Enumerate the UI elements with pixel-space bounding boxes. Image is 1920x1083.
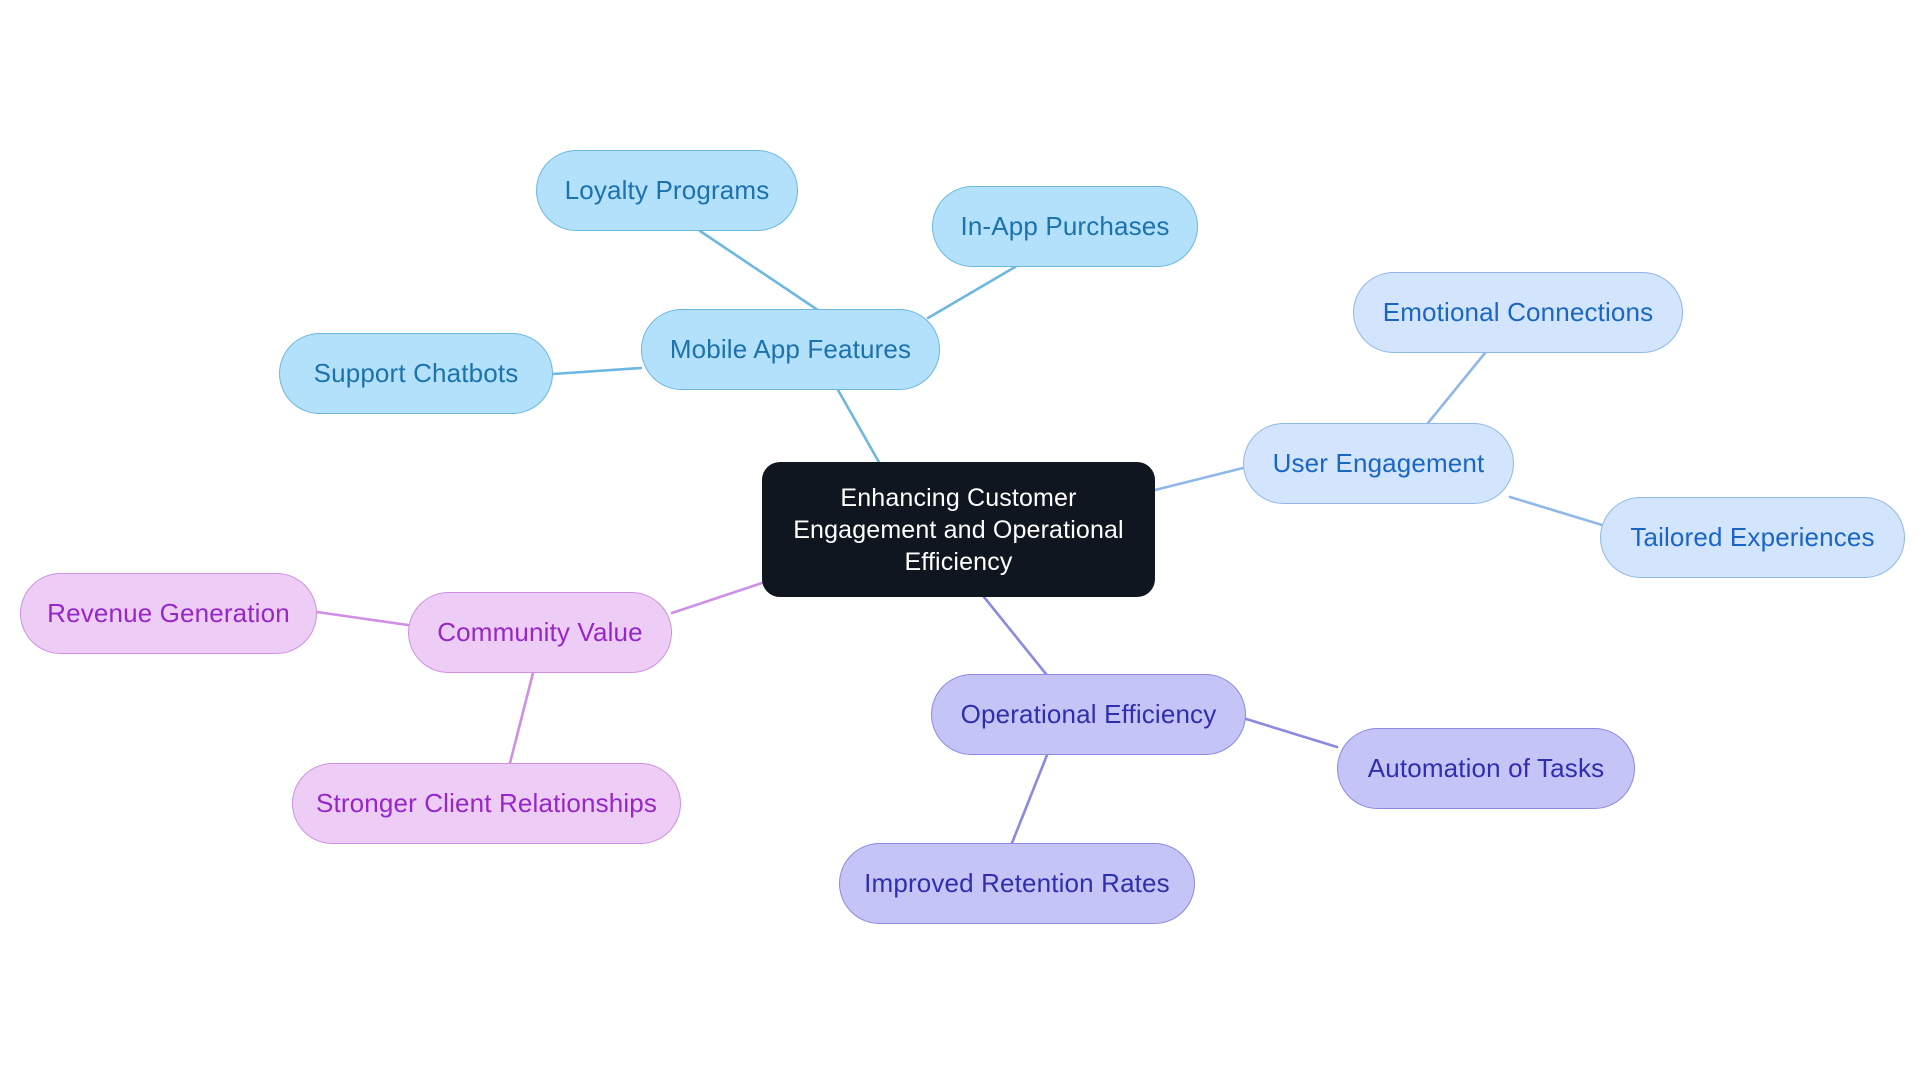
mindmap-node-in-app-purchases[interactable]: In-App Purchases <box>932 186 1198 267</box>
edge-operational-efficiency-to-improved-retention-rates <box>1010 753 1049 845</box>
mindmap-node-stronger-client-relationships[interactable]: Stronger Client Relationships <box>292 763 681 844</box>
mindmap-node-tailored-experiences[interactable]: Tailored Experiences <box>1600 497 1905 578</box>
mindmap-node-label: User Engagement <box>1272 447 1485 478</box>
mindmap-node-label: Operational Efficiency <box>960 698 1217 729</box>
edge-community-value-to-stronger-client-relationships <box>508 671 535 765</box>
edge-mobile-app-features-to-in-app-purchases <box>926 265 1017 320</box>
mindmap-node-label: Enhancing Customer Engagement and Operat… <box>793 483 1124 576</box>
mindmap-node-operational-efficiency[interactable]: Operational Efficiency <box>931 674 1246 755</box>
mindmap-canvas: Enhancing Customer Engagement and Operat… <box>0 0 1920 1083</box>
mindmap-node-community-value[interactable]: Community Value <box>408 592 672 673</box>
edge-mobile-app-features-to-support-chatbots <box>551 366 643 376</box>
mindmap-node-emotional-connections[interactable]: Emotional Connections <box>1353 272 1683 353</box>
mindmap-node-root[interactable]: Enhancing Customer Engagement and Operat… <box>762 462 1155 597</box>
mindmap-node-label: Loyalty Programs <box>564 174 770 205</box>
edge-root-to-mobile-app-features <box>836 388 882 466</box>
edge-community-value-to-revenue-generation <box>315 610 410 627</box>
edge-user-engagement-to-tailored-experiences <box>1508 495 1614 530</box>
mindmap-node-label: Automation of Tasks <box>1367 752 1605 783</box>
mindmap-node-label: Stronger Client Relationships <box>315 787 658 818</box>
mindmap-node-label: Revenue Generation <box>47 597 290 628</box>
mindmap-node-improved-retention-rates[interactable]: Improved Retention Rates <box>839 843 1195 924</box>
mindmap-node-label: Community Value <box>437 616 643 647</box>
mindmap-node-label: Tailored Experiences <box>1630 521 1875 552</box>
mindmap-node-label: Improved Retention Rates <box>864 867 1170 898</box>
mindmap-node-label: In-App Purchases <box>960 210 1170 241</box>
mindmap-node-loyalty-programs[interactable]: Loyalty Programs <box>536 150 798 231</box>
mindmap-node-label: Support Chatbots <box>313 357 519 388</box>
edge-root-to-operational-efficiency <box>982 595 1048 676</box>
mindmap-node-user-engagement[interactable]: User Engagement <box>1243 423 1514 504</box>
mindmap-node-label: Emotional Connections <box>1382 296 1654 327</box>
edge-root-to-community-value <box>670 581 764 615</box>
mindmap-node-support-chatbots[interactable]: Support Chatbots <box>279 333 553 414</box>
edge-user-engagement-to-emotional-connections <box>1426 351 1487 425</box>
mindmap-node-automation-of-tasks[interactable]: Automation of Tasks <box>1337 728 1635 809</box>
edge-root-to-user-engagement <box>1153 466 1245 492</box>
mindmap-node-label: Mobile App Features <box>669 333 912 364</box>
mindmap-node-mobile-app-features[interactable]: Mobile App Features <box>641 309 940 390</box>
edge-operational-efficiency-to-automation-of-tasks <box>1241 716 1339 749</box>
mindmap-node-revenue-generation[interactable]: Revenue Generation <box>20 573 317 654</box>
